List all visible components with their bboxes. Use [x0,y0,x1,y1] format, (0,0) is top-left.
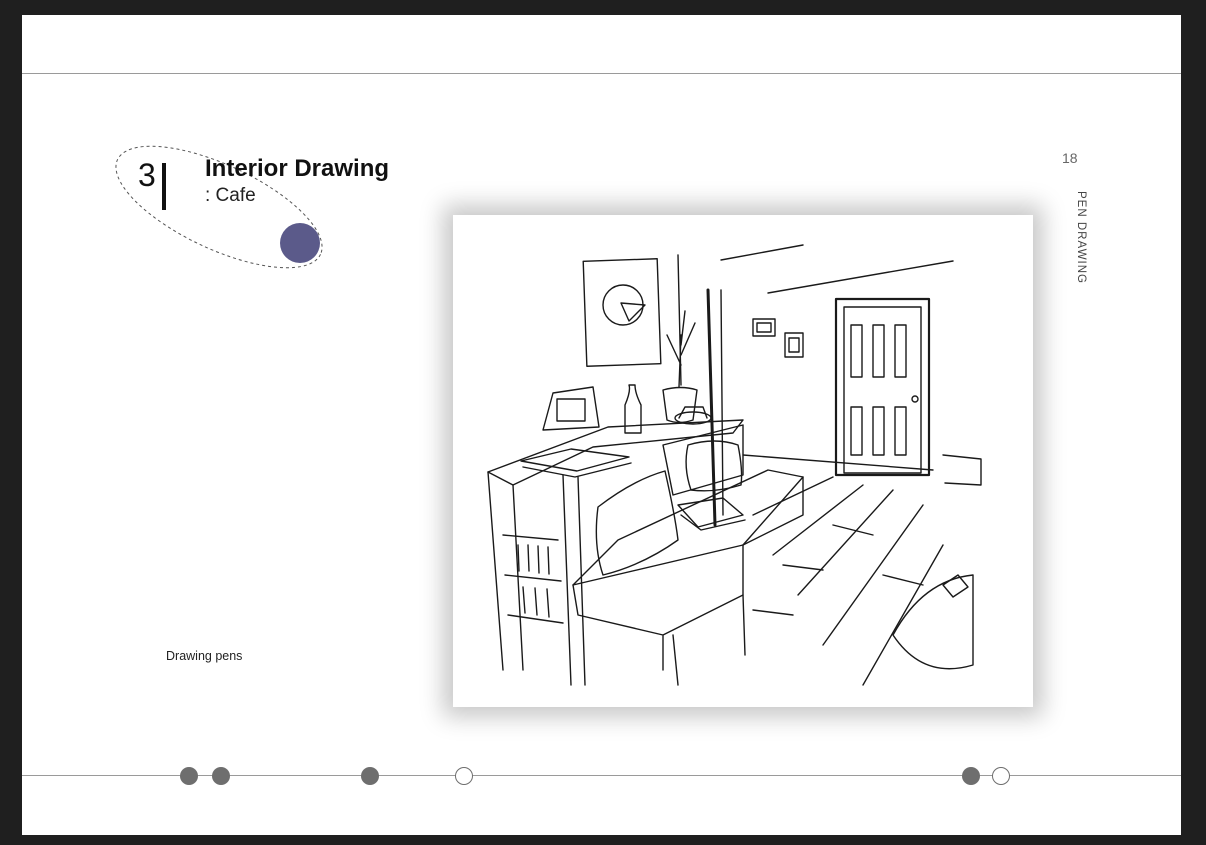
page-number: 18 [1062,150,1078,166]
timeline-dot-2 [212,767,230,785]
timeline-dot-1 [180,767,198,785]
timeline-dot-4 [455,767,473,785]
cafe-interior-sketch [487,244,982,686]
timeline-dot-6 [992,767,1010,785]
document-page: 3 Interior Drawing : Cafe Drawing pens 1… [22,15,1181,835]
timeline-dot-5 [962,767,980,785]
caption-text: Drawing pens [166,649,243,663]
chapter-title: Interior Drawing [205,155,390,182]
chapter-divider [162,163,166,210]
accent-circle [280,223,320,263]
chapter-number: 3 [138,157,156,193]
header-rule [22,73,1181,74]
section-label: PEN DRAWING [1075,191,1087,284]
chapter-subtitle: : Cafe [205,185,256,206]
illustration-frame [453,215,1033,707]
timeline-dot-3 [361,767,379,785]
